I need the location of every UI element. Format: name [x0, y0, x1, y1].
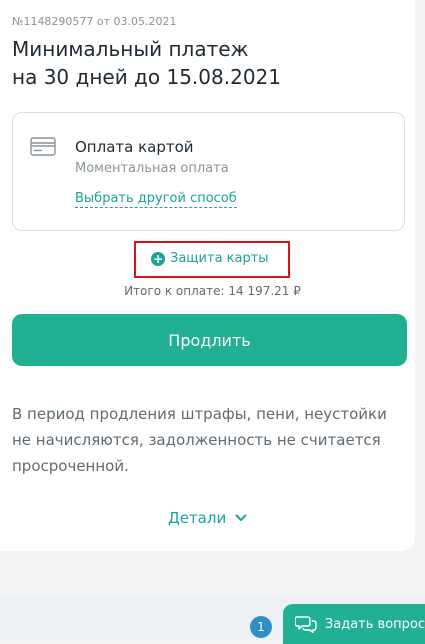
chat-icon	[295, 616, 317, 633]
info-text: В период продления штрафы, пени, неустой…	[12, 405, 387, 475]
contract-number: №1148290577 от 03.05.2021	[12, 15, 177, 28]
card-protection-label: Защита карты	[170, 251, 269, 266]
notification-badge[interactable]: 1	[250, 616, 272, 638]
choose-other-method-link[interactable]: Выбрать другой способ	[75, 191, 237, 208]
page-subtitle: на 30 дней до 15.08.2021	[12, 65, 281, 89]
page-title: Минимальный платеж	[12, 37, 249, 61]
ask-question-button[interactable]: Задать вопрос	[283, 604, 425, 644]
credit-card-icon	[30, 137, 56, 156]
payment-method-subtitle: Моментальная оплата	[75, 161, 229, 176]
payment-method-title: Оплата картой	[75, 138, 194, 156]
details-label: Детали	[168, 509, 227, 527]
chevron-down-icon	[235, 514, 247, 521]
ask-question-label: Задать вопрос	[324, 616, 425, 632]
total-amount: Итого к оплате: 14 197.21 ₽	[124, 284, 301, 298]
card-protection-link[interactable]: + Защита карты	[151, 251, 269, 266]
details-toggle[interactable]: Детали	[168, 509, 247, 527]
payment-method-box: Оплата картой Моментальная оплата Выбрат…	[12, 112, 405, 231]
plus-circle-icon: +	[151, 251, 165, 266]
extension-card: №1148290577 от 03.05.2021 Минимальный пл…	[0, 0, 415, 551]
extend-button[interactable]: Продлить	[12, 314, 407, 366]
